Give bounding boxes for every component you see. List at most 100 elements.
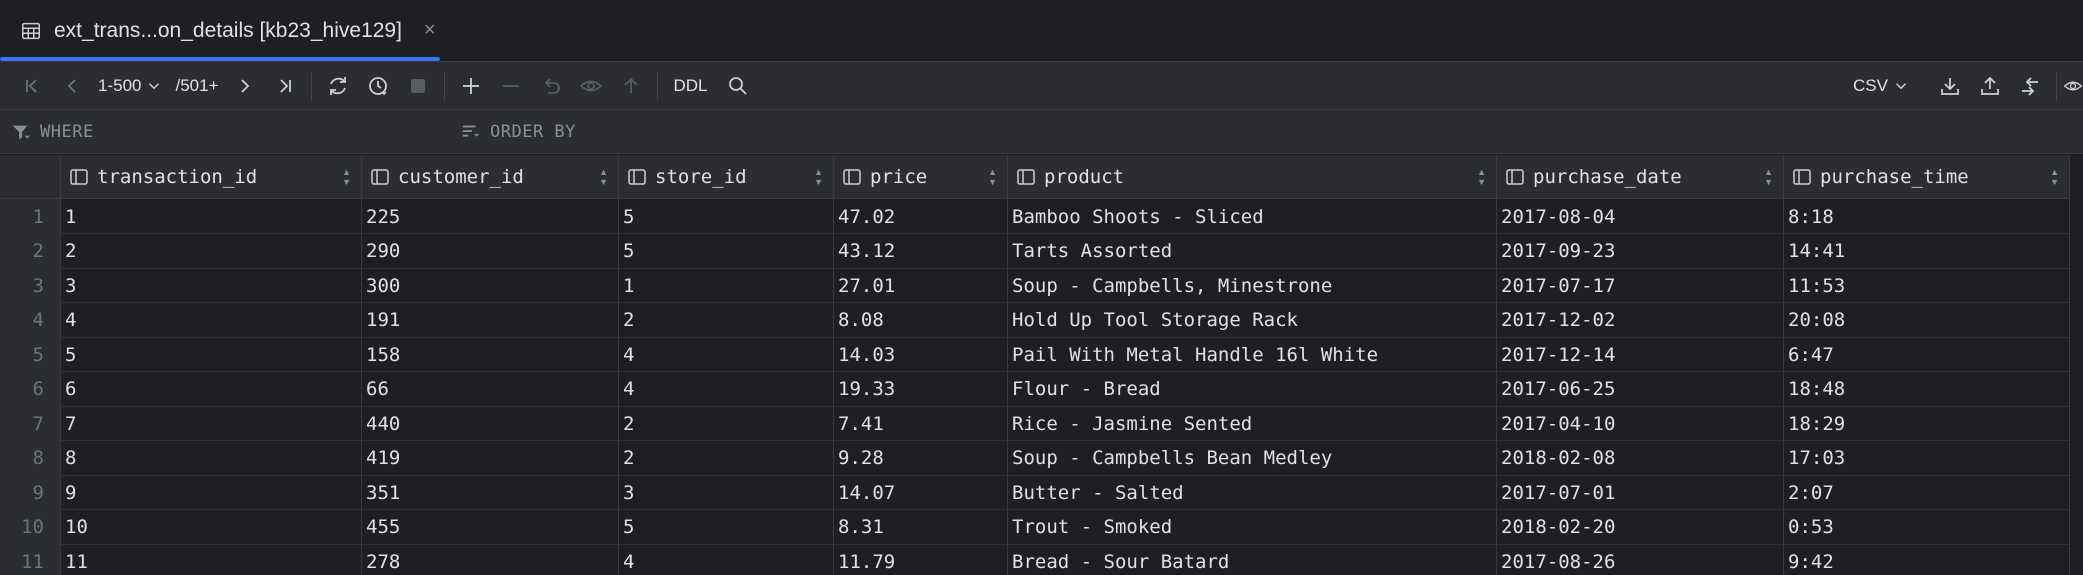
- cell-price[interactable]: 14.07: [834, 475, 1008, 510]
- close-icon[interactable]: ×: [424, 19, 436, 42]
- cell-customer-id[interactable]: 158: [362, 337, 619, 372]
- cell-product[interactable]: Soup - Campbells, Minestrone: [1008, 268, 1497, 303]
- cell-purchase-time[interactable]: 8:18: [1784, 199, 2070, 234]
- cell-product[interactable]: Tarts Assorted: [1008, 233, 1497, 269]
- cell-customer-id[interactable]: 66: [362, 371, 619, 407]
- upload-icon[interactable]: [1970, 66, 2010, 106]
- cell-purchase-date[interactable]: 2018-02-20: [1497, 509, 1784, 545]
- cell-purchase-time[interactable]: 6:47: [1784, 337, 2070, 372]
- cell-transaction-id[interactable]: 6: [61, 371, 362, 407]
- cell-store-id[interactable]: 3: [619, 475, 834, 510]
- cell-product[interactable]: Bamboo Shoots - Sliced: [1008, 199, 1497, 234]
- column-header[interactable]: customer_id ▲ ▼: [362, 155, 619, 199]
- delete-row-icon[interactable]: [491, 66, 531, 106]
- cell-price[interactable]: 14.03: [834, 337, 1008, 372]
- cell-purchase-time[interactable]: 0:53: [1784, 509, 2070, 545]
- cell-store-id[interactable]: 1: [619, 268, 834, 303]
- cell-product[interactable]: Hold Up Tool Storage Rack: [1008, 302, 1497, 338]
- cell-store-id[interactable]: 2: [619, 406, 834, 441]
- table-row[interactable]: 2 2 290 5 43.12 Tarts Assorted 2017-09-23 14:41: [0, 233, 2070, 269]
- download-icon[interactable]: [1930, 66, 1970, 106]
- cell-product[interactable]: Pail With Metal Handle 16l White: [1008, 337, 1497, 372]
- cell-purchase-time[interactable]: 11:53: [1784, 268, 2070, 303]
- sort-icon[interactable]: ▲ ▼: [2050, 167, 2059, 187]
- cell-store-id[interactable]: 5: [619, 233, 834, 269]
- search-icon[interactable]: [718, 66, 758, 106]
- stop-icon[interactable]: [398, 66, 438, 106]
- order-by-input[interactable]: ORDER BY: [460, 110, 576, 154]
- cell-price[interactable]: 7.41: [834, 406, 1008, 441]
- cell-transaction-id[interactable]: 11: [61, 544, 362, 575]
- column-header[interactable]: purchase_date ▲ ▼: [1497, 155, 1784, 199]
- sort-icon[interactable]: ▲ ▼: [1764, 167, 1773, 187]
- cell-product[interactable]: Bread - Sour Batard: [1008, 544, 1497, 575]
- cell-price[interactable]: 43.12: [834, 233, 1008, 269]
- cell-customer-id[interactable]: 278: [362, 544, 619, 575]
- cell-purchase-time[interactable]: 20:08: [1784, 302, 2070, 338]
- cell-purchase-time[interactable]: 18:48: [1784, 371, 2070, 407]
- cell-customer-id[interactable]: 191: [362, 302, 619, 338]
- table-row[interactable]: 3 3 300 1 27.01 Soup - Campbells, Minestrone 2…: [0, 268, 2070, 303]
- table-row[interactable]: 9 9 351 3 14.07 Butter - Salted 2017-07-01 2:07: [0, 475, 2070, 510]
- cell-product[interactable]: Flour - Bread: [1008, 371, 1497, 407]
- table-row[interactable]: 11 11 278 4 11.79 Bread - Sour Batard 2017-08-…: [0, 544, 2070, 575]
- cell-price[interactable]: 19.33: [834, 371, 1008, 407]
- cell-product[interactable]: Rice - Jasmine Sented: [1008, 406, 1497, 441]
- row-total-label[interactable]: /501+: [169, 76, 224, 96]
- cell-customer-id[interactable]: 419: [362, 440, 619, 476]
- cell-purchase-date[interactable]: 2017-07-17: [1497, 268, 1784, 303]
- cell-price[interactable]: 11.79: [834, 544, 1008, 575]
- last-page-icon[interactable]: [265, 66, 305, 106]
- cell-product[interactable]: Trout - Smoked: [1008, 509, 1497, 545]
- cell-purchase-time[interactable]: 18:29: [1784, 406, 2070, 441]
- table-row[interactable]: 1 1 225 5 47.02 Bamboo Shoots - Sliced 2017-08…: [0, 199, 2070, 234]
- cell-store-id[interactable]: 4: [619, 371, 834, 407]
- history-clock-icon[interactable]: [358, 66, 398, 106]
- preview-changes-icon[interactable]: [571, 66, 611, 106]
- table-row[interactable]: 8 8 419 2 9.28 Soup - Campbells Bean Medley 20…: [0, 440, 2070, 476]
- table-row[interactable]: 5 5 158 4 14.03 Pail With Metal Handle 16l Wh…: [0, 337, 2070, 372]
- cell-transaction-id[interactable]: 2: [61, 233, 362, 269]
- sort-icon[interactable]: ▲ ▼: [814, 167, 823, 187]
- first-page-icon[interactable]: [12, 66, 52, 106]
- cell-price[interactable]: 8.08: [834, 302, 1008, 338]
- cell-customer-id[interactable]: 351: [362, 475, 619, 510]
- cell-purchase-date[interactable]: 2017-12-02: [1497, 302, 1784, 338]
- cell-store-id[interactable]: 4: [619, 544, 834, 575]
- cell-purchase-date[interactable]: 2017-08-04: [1497, 199, 1784, 234]
- cell-store-id[interactable]: 2: [619, 440, 834, 476]
- cell-purchase-date[interactable]: 2017-04-10: [1497, 406, 1784, 441]
- sort-icon[interactable]: ▲ ▼: [342, 167, 351, 187]
- cell-product[interactable]: Butter - Salted: [1008, 475, 1497, 510]
- cell-customer-id[interactable]: 440: [362, 406, 619, 441]
- cell-price[interactable]: 27.01: [834, 268, 1008, 303]
- cell-transaction-id[interactable]: 5: [61, 337, 362, 372]
- cell-transaction-id[interactable]: 3: [61, 268, 362, 303]
- cell-purchase-date[interactable]: 2017-06-25: [1497, 371, 1784, 407]
- cell-purchase-date[interactable]: 2018-02-08: [1497, 440, 1784, 476]
- cell-product[interactable]: Soup - Campbells Bean Medley: [1008, 440, 1497, 476]
- column-header[interactable]: price ▲ ▼: [834, 155, 1008, 199]
- cell-transaction-id[interactable]: 9: [61, 475, 362, 510]
- table-row[interactable]: 10 10 455 5 8.31 Trout - Smoked 2018-02-20 0:53: [0, 509, 2070, 545]
- cell-transaction-id[interactable]: 1: [61, 199, 362, 234]
- column-header[interactable]: store_id ▲ ▼: [619, 155, 834, 199]
- submit-icon[interactable]: [611, 66, 651, 106]
- cell-store-id[interactable]: 5: [619, 199, 834, 234]
- add-row-icon[interactable]: [451, 66, 491, 106]
- cell-store-id[interactable]: 2: [619, 302, 834, 338]
- export-format-selector[interactable]: CSV: [1847, 76, 1916, 96]
- cell-price[interactable]: 9.28: [834, 440, 1008, 476]
- sort-icon[interactable]: ▲ ▼: [988, 167, 997, 187]
- cell-price[interactable]: 8.31: [834, 509, 1008, 545]
- cell-store-id[interactable]: 4: [619, 337, 834, 372]
- cell-customer-id[interactable]: 300: [362, 268, 619, 303]
- column-header[interactable]: product ▲ ▼: [1008, 155, 1497, 199]
- sort-icon[interactable]: ▲ ▼: [1477, 167, 1486, 187]
- view-eye-icon[interactable]: [2063, 66, 2083, 106]
- cell-purchase-date[interactable]: 2017-09-23: [1497, 233, 1784, 269]
- revert-icon[interactable]: [531, 66, 571, 106]
- previous-page-icon[interactable]: [52, 66, 92, 106]
- table-row[interactable]: 6 6 66 4 19.33 Flour - Bread 2017-06-25 18:48: [0, 371, 2070, 407]
- refresh-icon[interactable]: [318, 66, 358, 106]
